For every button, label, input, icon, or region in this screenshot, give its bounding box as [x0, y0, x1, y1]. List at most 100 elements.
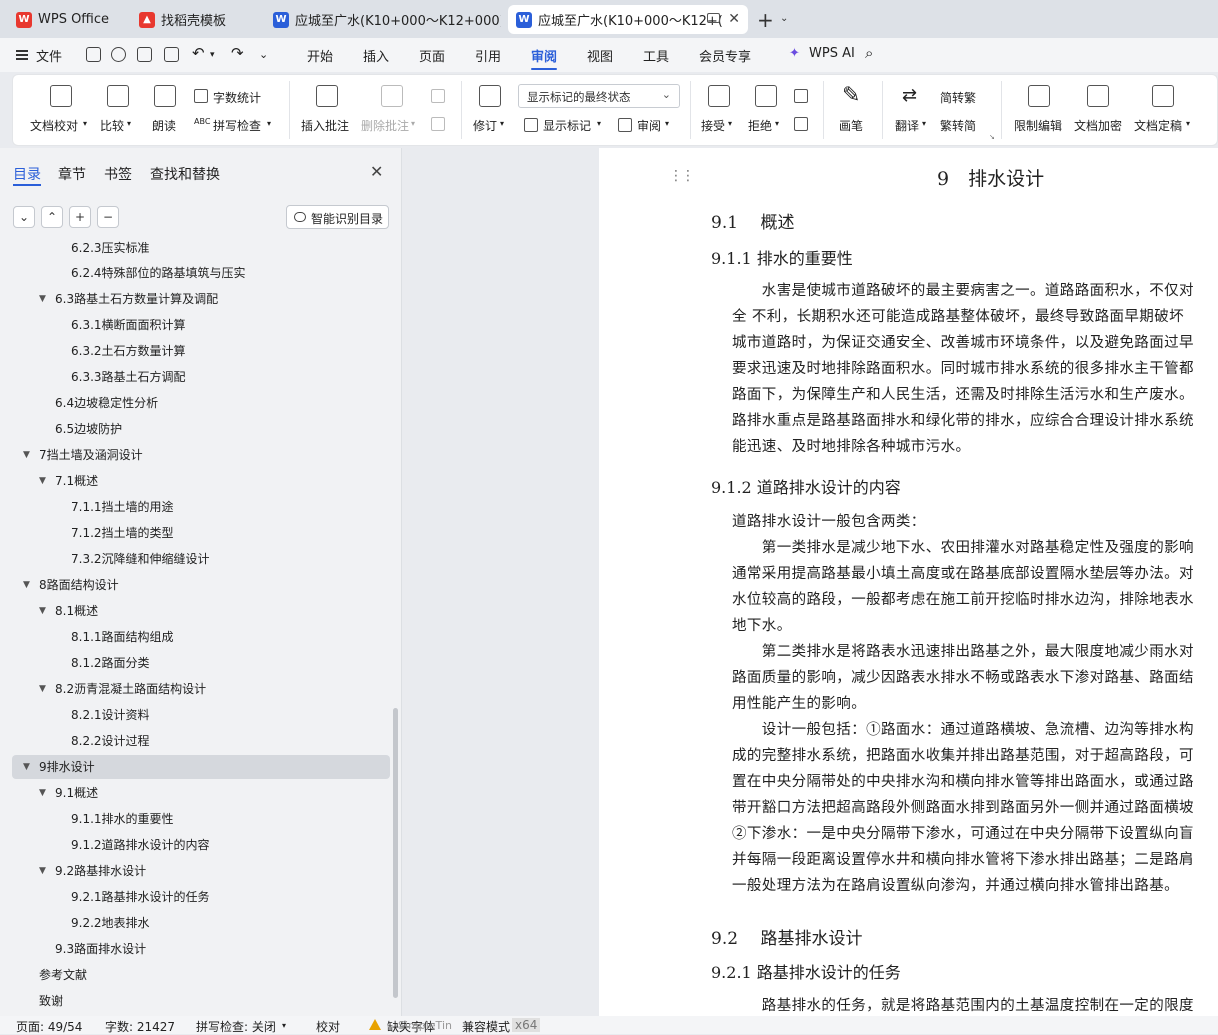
toc-item[interactable]: 6.3.1横断面面积计算	[71, 313, 186, 337]
spell-check-dropdown-icon[interactable]: ▾	[267, 119, 271, 128]
expand-arrow-icon[interactable]: ▼	[39, 677, 46, 701]
close-icon[interactable]: ✕	[728, 11, 740, 27]
next-change-icon[interactable]	[794, 117, 808, 131]
translate-dropdown-icon[interactable]: ▾	[922, 119, 926, 128]
review-pane-icon[interactable]	[618, 118, 632, 132]
toc-item[interactable]: 9.1.1排水的重要性	[71, 807, 174, 831]
review-pane-dropdown-icon[interactable]: ▾	[665, 119, 669, 128]
spell-dropdown-icon[interactable]: ▾	[282, 1021, 286, 1030]
word-count-icon[interactable]	[194, 89, 208, 103]
pen-icon[interactable]: ✎	[842, 83, 860, 108]
toc-item[interactable]: 7.1.1挡土墙的用途	[71, 495, 174, 519]
toc-item[interactable]: 9.3路面排水设计	[55, 937, 146, 961]
reject-dropdown-icon[interactable]: ▾	[775, 119, 779, 128]
save-icon[interactable]	[86, 47, 101, 62]
toc-item[interactable]: ▼ 8.1概述	[39, 599, 98, 623]
toc-item[interactable]: 参考文献	[39, 963, 87, 987]
insert-comment-icon[interactable]	[316, 85, 338, 107]
compare-icon[interactable]	[107, 85, 129, 107]
chevron-down-icon[interactable]: ⌄	[780, 13, 788, 24]
hamburger-menu-icon[interactable]	[16, 50, 28, 60]
toc-item[interactable]: 9.2.1路基排水设计的任务	[71, 885, 210, 909]
expand-arrow-icon[interactable]: ▼	[23, 755, 30, 779]
new-tab-plus-icon[interactable]: +	[757, 8, 774, 32]
read-aloud-icon[interactable]	[154, 85, 176, 107]
tab-wps-office[interactable]: W WPS Office	[8, 5, 124, 34]
accept-dropdown-icon[interactable]: ▾	[728, 119, 732, 128]
restrict-edit-button[interactable]: 限制编辑	[1014, 117, 1062, 134]
track-changes-icon[interactable]	[479, 85, 501, 107]
toc-item[interactable]: ▼ 9.1概述	[39, 781, 98, 805]
proofread-status[interactable]: 校对	[316, 1018, 340, 1035]
toc-item[interactable]: 8.1.2路面分类	[71, 651, 150, 675]
doc-check-icon[interactable]	[50, 85, 72, 107]
share-icon[interactable]	[111, 47, 126, 62]
translate-icon[interactable]: ⇄	[902, 85, 917, 106]
undo-dropdown-icon[interactable]: ▾	[210, 50, 215, 60]
toc-item[interactable]: 6.2.3压实标准	[71, 241, 150, 260]
smart-toc-button[interactable]: 智能识别目录	[286, 205, 389, 229]
show-markup-dropdown-icon[interactable]: ▾	[597, 119, 601, 128]
doc-check-dropdown-icon[interactable]: ▾	[83, 119, 87, 128]
toc-item[interactable]: 7.1.2挡土墙的类型	[71, 521, 174, 545]
toc-item[interactable]: ▼ 9.2路基排水设计	[39, 859, 146, 883]
tab-bookmarks[interactable]: 书签	[104, 164, 132, 184]
toc-item[interactable]: ▼ 7.1概述	[39, 469, 98, 493]
toc-item[interactable]: ▼ 7挡土墙及涵洞设计	[23, 443, 143, 467]
expand-arrow-icon[interactable]: ▼	[39, 287, 46, 311]
wps-ai-icon[interactable]: ✦	[789, 46, 800, 61]
toc-item[interactable]: 8.2.1设计资料	[71, 703, 150, 727]
toc-item[interactable]: ▼ 6.3路基土石方数量计算及调配	[39, 287, 218, 311]
menu-tools[interactable]: 工具	[643, 46, 669, 65]
encrypt-icon[interactable]	[1087, 85, 1109, 107]
expand-level-button[interactable]: ⌃	[41, 206, 63, 228]
tab-sections[interactable]: 章节	[58, 164, 86, 184]
expand-arrow-icon[interactable]: ▼	[39, 599, 46, 623]
expand-group-icon[interactable]: ↘	[989, 133, 995, 141]
expand-arrow-icon[interactable]: ▼	[23, 573, 30, 597]
menu-insert[interactable]: 插入	[363, 46, 389, 65]
encrypt-button[interactable]: 文档加密	[1074, 117, 1122, 134]
toc-item[interactable]: 6.3.3路基土石方调配	[71, 365, 186, 389]
toc-scrollbar[interactable]	[393, 708, 398, 998]
menu-start[interactable]: 开始	[307, 46, 333, 65]
accept-icon[interactable]	[708, 85, 730, 107]
doc-check-button[interactable]: 文档校对	[30, 117, 78, 134]
spell-check-icon[interactable]: ABC	[194, 117, 210, 126]
redo-icon[interactable]: ↷	[231, 44, 244, 62]
review-pane-button[interactable]: 审阅	[637, 117, 661, 134]
search-icon[interactable]: ⌕	[865, 44, 873, 62]
to-traditional-button[interactable]: 简转繁	[940, 89, 976, 106]
finalize-icon[interactable]	[1152, 85, 1174, 107]
finalize-dropdown-icon[interactable]: ▾	[1186, 119, 1190, 128]
menu-view[interactable]: 视图	[587, 46, 613, 65]
menu-references[interactable]: 引用	[475, 46, 501, 65]
reject-button[interactable]: 拒绝	[748, 117, 772, 134]
finalize-button[interactable]: 文档定稿	[1134, 117, 1182, 134]
expand-arrow-icon[interactable]: ▼	[39, 469, 46, 493]
markup-state-select[interactable]: 显示标记的最终状态 ⌄	[518, 84, 680, 108]
show-markup-icon[interactable]	[524, 118, 538, 132]
tab-toc[interactable]: 目录	[13, 164, 41, 184]
toc-item[interactable]: ▼ 8路面结构设计	[23, 573, 119, 597]
compare-button[interactable]: 比较	[100, 117, 124, 134]
translate-button[interactable]: 翻译	[895, 117, 919, 134]
pen-button[interactable]: 画笔	[839, 117, 863, 134]
reject-icon[interactable]	[755, 85, 777, 107]
word-count-button[interactable]: 字数统计	[213, 89, 261, 106]
print-preview-icon[interactable]	[164, 47, 179, 62]
track-changes-button[interactable]: 修订	[473, 117, 497, 134]
tab-docer[interactable]: ▲ 找稻壳模板	[131, 5, 259, 34]
insert-comment-button[interactable]: 插入批注	[301, 117, 349, 134]
tab-doc-1[interactable]: W 应城至广水(K10+000～K12+000)段	[265, 5, 501, 34]
menu-review[interactable]: 审阅	[531, 46, 557, 65]
menu-wps-ai[interactable]: WPS AI	[809, 46, 855, 61]
toc-item[interactable]: 致谢	[39, 989, 63, 1013]
read-aloud-button[interactable]: 朗读	[152, 117, 176, 134]
toc-item[interactable]: 6.5边坡防护	[55, 417, 122, 441]
close-icon[interactable]: ✕	[370, 162, 383, 181]
toc-item[interactable]: ▼ 8.2沥青混凝土路面结构设计	[39, 677, 206, 701]
toc-item[interactable]: 8.2.2设计过程	[71, 729, 150, 753]
toc-item[interactable]: 9.2.2地表排水	[71, 911, 150, 935]
page-indicator[interactable]: 页面: 49/54	[16, 1018, 82, 1035]
